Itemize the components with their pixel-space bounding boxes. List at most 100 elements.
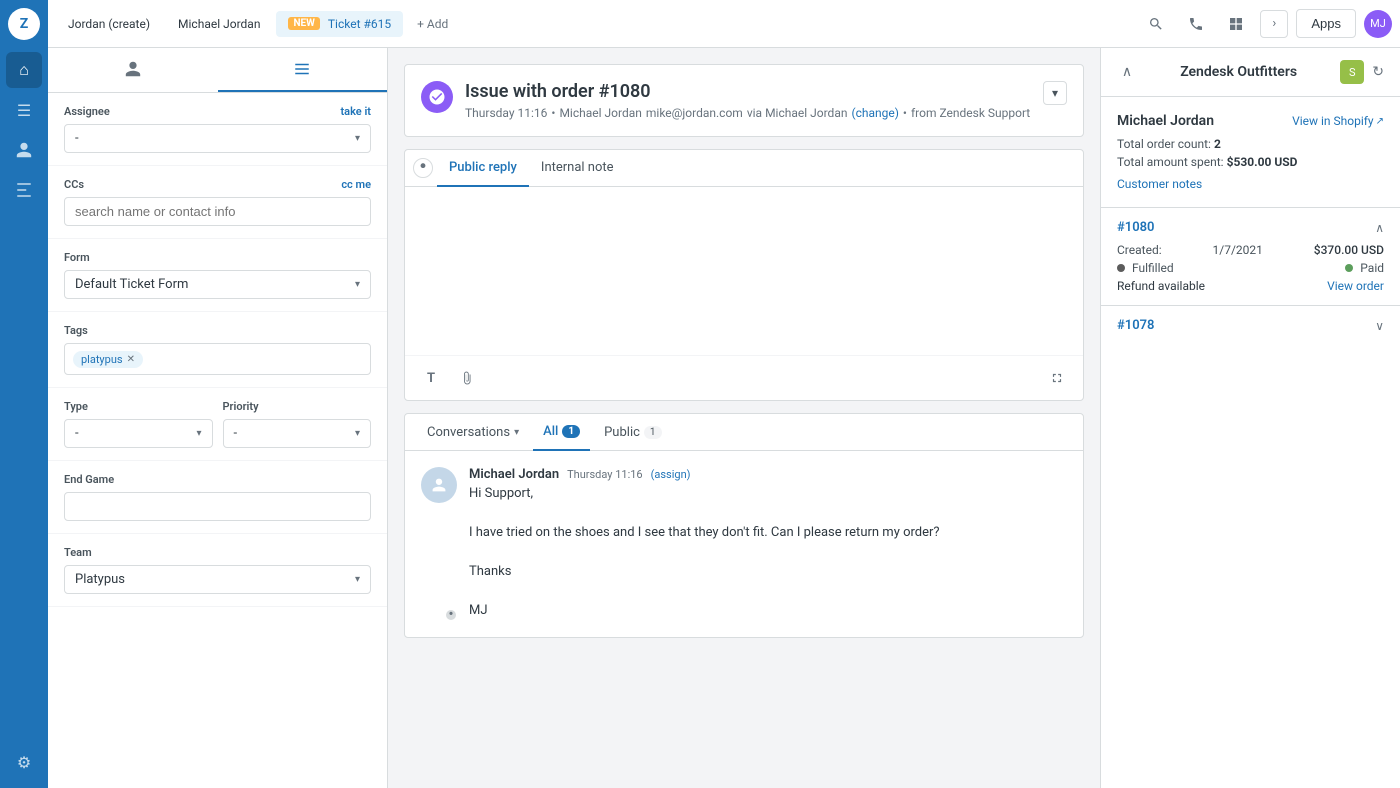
refresh-icon[interactable]: ↻ (1372, 64, 1384, 80)
message-avatar (421, 467, 457, 503)
take-it-link[interactable]: take it (340, 105, 371, 118)
sidebar-icon-tabs (48, 48, 387, 93)
tags-label: Tags (64, 324, 371, 337)
right-panel: ∧ Zendesk Outfitters S ↻ Michael Jordan … (1100, 48, 1400, 788)
main-container: Jordan (create) Michael Jordan NEW Ticke… (48, 0, 1400, 788)
order-1080-refund-row: Refund available View order (1117, 279, 1384, 293)
amount-spent-value: $530.00 USD (1227, 155, 1298, 169)
ticket-dropdown-button[interactable]: ▾ (1043, 81, 1067, 105)
message-time: Thursday 11:16 (567, 468, 643, 481)
add-tab-button[interactable]: + Add (407, 11, 458, 37)
assignee-dropdown[interactable]: - ▾ (64, 124, 371, 153)
reply-toolbar: T (405, 355, 1083, 400)
nav-settings[interactable]: ⚙ (6, 744, 42, 780)
conv-tab-public-label: Public (604, 425, 640, 440)
conversations-filter[interactable]: Conversations ▾ (417, 415, 529, 450)
tab-jordan-create-label: Jordan (create) (68, 17, 150, 31)
ccs-search-input[interactable] (64, 197, 371, 226)
order-1080-amount: $370.00 USD (1314, 243, 1384, 257)
tags-input[interactable]: platypus ✕ (64, 343, 371, 375)
ticket-badge: NEW (288, 17, 319, 30)
conversation-tabs: Conversations ▾ All 1 Public 1 (405, 414, 1083, 451)
ticket-via: via Michael Jordan (747, 106, 848, 120)
collapse-button[interactable]: ∧ (1117, 62, 1137, 82)
message-line-1: Hi Support, (469, 484, 1067, 504)
tab-michael-jordan[interactable]: Michael Jordan (166, 11, 272, 37)
ticket-title: Issue with order #1080 (465, 81, 1031, 102)
customer-notes-link[interactable]: Customer notes (1117, 177, 1384, 191)
search-icon[interactable] (1140, 8, 1172, 40)
assignee-label: Assignee take it (64, 105, 371, 118)
form-dropdown[interactable]: Default Ticket Form ▾ (64, 270, 371, 299)
expand-icon[interactable] (1043, 364, 1071, 392)
message-assign-link[interactable]: (assign) (651, 468, 691, 481)
logo-text: Z (20, 16, 29, 32)
tab-nav-button[interactable]: › (1260, 10, 1288, 38)
text-format-icon[interactable]: T (417, 364, 445, 392)
sidebar-tab-user[interactable] (48, 48, 218, 92)
team-dropdown[interactable]: Platypus ▾ (64, 565, 371, 594)
shopify-link-text: View in Shopify (1292, 114, 1374, 128)
content-area: Assignee take it - ▾ CCs cc me Fo (48, 48, 1400, 788)
end-game-input[interactable] (64, 492, 371, 521)
right-panel-header: ∧ Zendesk Outfitters S ↻ (1101, 48, 1400, 97)
order-1080-number[interactable]: #1080 (1117, 220, 1154, 235)
order-1080-created-label: Created: (1117, 243, 1162, 257)
team-label: Team (64, 546, 371, 559)
view-in-shopify-link[interactable]: View in Shopify ↗ (1292, 114, 1384, 128)
message-text: Hi Support, I have tried on the shoes an… (469, 484, 1067, 621)
order-count-value: 2 (1214, 137, 1221, 151)
shopify-icon-letter: S (1349, 66, 1356, 79)
nav-reporting[interactable] (6, 172, 42, 208)
priority-column: Priority - ▾ (223, 400, 372, 448)
nav-home[interactable]: ⌂ (6, 52, 42, 88)
tab-ticket-615-label: Ticket #615 (328, 17, 391, 31)
cc-me-link[interactable]: cc me (341, 178, 371, 191)
customer-name-row: Michael Jordan View in Shopify ↗ (1117, 113, 1384, 129)
ticket-change-link[interactable]: (change) (851, 106, 898, 120)
ticket-header-content: Issue with order #1080 Thursday 11:16 • … (465, 81, 1031, 120)
amount-spent-row: Total amount spent: $530.00 USD (1117, 155, 1384, 169)
conv-tab-all[interactable]: All 1 (533, 414, 590, 451)
paid-status-dot (1345, 264, 1353, 272)
phone-icon[interactable] (1180, 8, 1212, 40)
customer-name: Michael Jordan (1117, 113, 1214, 129)
conv-public-badge: 1 (644, 426, 662, 439)
reply-text-input[interactable] (417, 199, 1071, 339)
reply-tab-public[interactable]: Public reply (437, 150, 529, 187)
priority-dropdown[interactable]: - ▾ (223, 419, 372, 448)
ticket-sender-avatar (421, 81, 453, 113)
type-chevron-icon: ▾ (196, 428, 201, 439)
ticket-email: mike@jordan.com (646, 106, 743, 120)
tab-jordan-create[interactable]: Jordan (create) (56, 11, 162, 37)
sender-status-icon (445, 609, 457, 621)
fulfilled-status-dot (1117, 264, 1125, 272)
order-1080-toggle-icon[interactable]: ∧ (1375, 221, 1384, 235)
ccs-label: CCs cc me (64, 178, 371, 191)
conv-tab-public[interactable]: Public 1 (594, 415, 671, 450)
view-order-link[interactable]: View order (1327, 279, 1384, 293)
nav-views[interactable]: ☰ (6, 92, 42, 128)
nav-contacts[interactable] (6, 132, 42, 168)
conversations-section: Conversations ▾ All 1 Public 1 (404, 413, 1084, 638)
sidebar-tab-list[interactable] (218, 48, 388, 92)
tag-remove-icon[interactable]: ✕ (127, 354, 135, 365)
order-1080-header: #1080 ∧ (1117, 220, 1384, 235)
order-1078-toggle-icon[interactable]: ∨ (1375, 319, 1384, 333)
attachment-icon[interactable] (453, 364, 481, 392)
order-1080-created-row: Created: 1/7/2021 $370.00 USD (1117, 243, 1384, 257)
order-1078-number[interactable]: #1078 (1117, 318, 1154, 333)
priority-label: Priority (223, 400, 372, 413)
reply-tab-internal[interactable]: Internal note (529, 150, 626, 187)
grid-icon[interactable] (1220, 8, 1252, 40)
order-count-label: Total order count: (1117, 137, 1211, 151)
ticket-source: from Zendesk Support (911, 106, 1030, 120)
tab-ticket-615[interactable]: NEW Ticket #615 (276, 11, 403, 37)
tags-section: Tags platypus ✕ (48, 312, 387, 388)
apps-button[interactable]: Apps (1296, 9, 1356, 38)
user-avatar[interactable]: MJ (1364, 10, 1392, 38)
message-line-2: I have tried on the shoes and I see that… (469, 523, 1067, 543)
logo[interactable]: Z (8, 8, 40, 40)
type-dropdown[interactable]: - ▾ (64, 419, 213, 448)
assignee-value: - (75, 131, 79, 146)
